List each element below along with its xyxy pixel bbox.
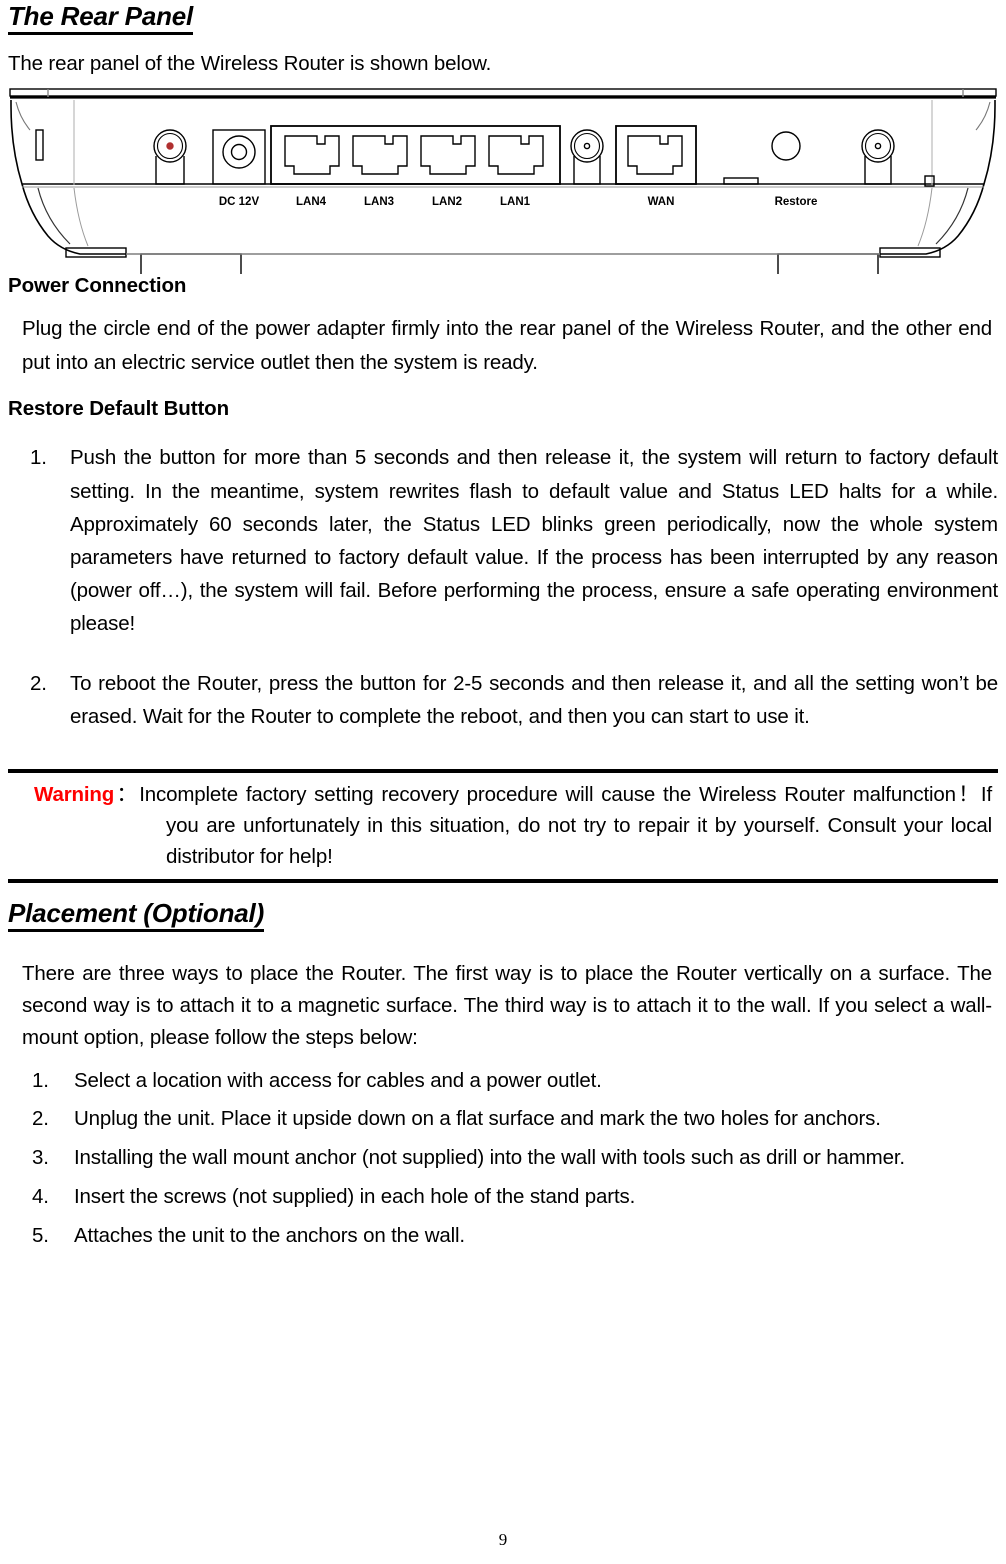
router-rear-panel-illustration: DC 12V LAN4 LAN3 LAN2 LAN1 WAN Restore xyxy=(9,88,997,274)
page-title: The Rear Panel xyxy=(8,0,193,36)
section-restore-default-button: Restore Default Button 1. Push the butto… xyxy=(8,397,998,733)
list-item: 4. Insert the screws (not supplied) in e… xyxy=(8,1182,998,1213)
list-item: 3. Installing the wall mount anchor (not… xyxy=(8,1143,998,1174)
warning-text: Incomplete factory setting recovery proc… xyxy=(139,783,992,868)
list-item-number: 5. xyxy=(32,1223,49,1247)
list-item-number: 2. xyxy=(32,1107,49,1131)
section-rear-panel: The Rear Panel The rear panel of the Wir… xyxy=(8,0,998,80)
warning-body: Warning：Incomplete factory setting recov… xyxy=(34,780,992,872)
label-dc-12v: DC 12V xyxy=(219,196,260,208)
page-number: 9 xyxy=(498,1530,508,1549)
restore-default-heading: Restore Default Button xyxy=(8,396,230,420)
router-rear-panel-figure: DC 12V LAN4 LAN3 LAN2 LAN1 WAN Restore xyxy=(8,88,998,274)
figure-port-labels: DC 12V LAN4 LAN3 LAN2 LAN1 WAN Restore xyxy=(219,196,818,208)
label-restore: Restore xyxy=(775,196,818,208)
antenna-connector-left xyxy=(153,129,187,185)
section-power-connection: Power Connection Plug the circle end of … xyxy=(8,274,998,379)
placement-steps: 1. Select a location with access for cab… xyxy=(8,1066,998,1252)
list-item-text: Select a location with access for cables… xyxy=(74,1068,602,1092)
label-wan: WAN xyxy=(648,196,675,208)
antenna-connector-middle xyxy=(570,129,604,185)
list-item: 2. To reboot the Router, press the butto… xyxy=(8,667,998,733)
label-lan3: LAN3 xyxy=(364,196,394,208)
restore-default-steps: 1. Push the button for more than 5 secon… xyxy=(8,441,998,733)
placement-intro: There are three ways to place the Router… xyxy=(22,962,992,1049)
label-lan1: LAN1 xyxy=(500,196,531,208)
list-item: 2. Unplug the unit. Place it upside down… xyxy=(8,1104,998,1135)
lan-ports-block xyxy=(270,124,561,185)
list-item-text: Installing the wall mount anchor (not su… xyxy=(74,1146,905,1170)
rear-panel-intro-text: The rear panel of the Wireless Router is… xyxy=(8,52,492,76)
label-lan4: LAN4 xyxy=(296,196,327,208)
warning-separator: ： xyxy=(114,783,140,807)
list-item-number: 4. xyxy=(32,1184,49,1208)
wan-port xyxy=(615,124,697,185)
list-item-text: Push the button for more than 5 seconds … xyxy=(70,446,998,636)
list-item: 5. Attaches the unit to the anchors on t… xyxy=(8,1221,998,1252)
list-item-text: Attaches the unit to the anchors on the … xyxy=(74,1223,465,1247)
list-item-text: To reboot the Router, press the button f… xyxy=(70,671,998,728)
list-item-number: 1. xyxy=(30,446,47,470)
antenna-connector-right xyxy=(861,129,895,185)
label-lan2: LAN2 xyxy=(432,196,462,208)
placement-heading: Placement (Optional) xyxy=(8,897,264,933)
restore-button-hole xyxy=(771,131,801,161)
warning-callout: Warning：Incomplete factory setting recov… xyxy=(8,769,998,884)
section-placement: Placement (Optional) There are three way… xyxy=(8,897,998,1251)
list-item-number: 2. xyxy=(30,671,47,695)
document-page: The Rear Panel The rear panel of the Wir… xyxy=(0,0,1006,1564)
list-item: 1. Select a location with access for cab… xyxy=(8,1066,998,1097)
warning-label: Warning xyxy=(34,783,115,807)
list-item-number: 3. xyxy=(32,1146,49,1170)
list-item-number: 1. xyxy=(32,1068,49,1092)
warning-line: Warning：Incomplete factory setting recov… xyxy=(8,780,998,872)
power-connection-body: Plug the circle end of the power adapter… xyxy=(22,317,992,374)
list-item-text: Insert the screws (not supplied) in each… xyxy=(74,1184,636,1208)
dc-power-jack xyxy=(212,129,266,185)
power-connection-heading: Power Connection xyxy=(8,273,187,297)
list-item-text: Unplug the unit. Place it upside down on… xyxy=(74,1107,881,1131)
list-item: 1. Push the button for more than 5 secon… xyxy=(8,441,998,640)
